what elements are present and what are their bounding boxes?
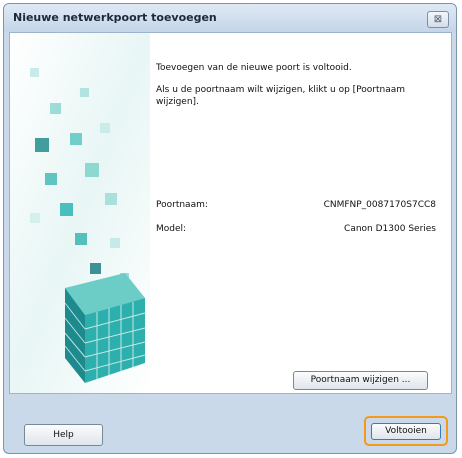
finish-button[interactable]: Voltooien [371,423,441,440]
window-title: Nieuwe netwerkpoort toevoegen [13,11,217,24]
close-button[interactable]: ⊠ [427,11,449,28]
close-icon: ⊠ [433,14,443,25]
finish-highlight: Voltooien [364,416,448,446]
dialog-content: Toevoegen van de nieuwe poort is voltooi… [9,32,452,394]
rename-hint: Als u de poortnaam wilt wijzigen, klikt … [156,85,406,107]
port-name-label: Poortnaam: [156,200,208,210]
model-value: Canon D1300 Series [344,224,436,234]
cube-artwork [10,33,150,393]
dialog-footer: Help Voltooien [4,396,456,453]
port-name-value: CNMFNP_0087170S7CC8 [323,200,436,210]
rename-port-button[interactable]: Poortnaam wijzigen ... [293,371,428,390]
help-button[interactable]: Help [24,424,103,446]
model-label: Model: [156,224,187,234]
dialog-window: Nieuwe netwerkpoort toevoegen ⊠ Toevoege… [3,3,457,454]
title-bar: Nieuwe netwerkpoort toevoegen ⊠ [4,4,456,32]
completion-message: Toevoegen van de nieuwe poort is voltooi… [156,63,352,73]
